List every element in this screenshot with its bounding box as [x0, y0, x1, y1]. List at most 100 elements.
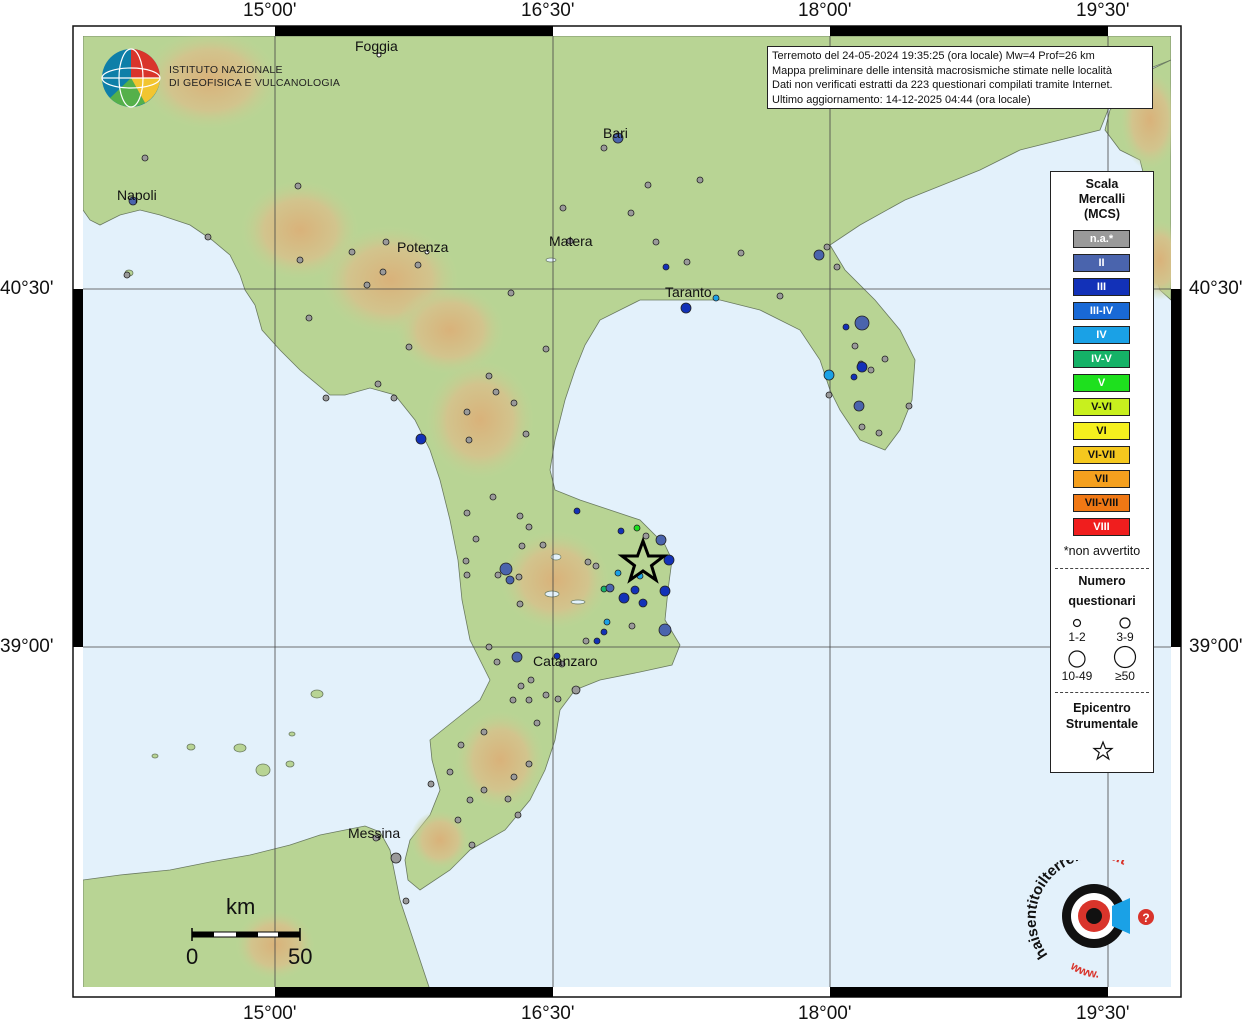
intensity-point: [485, 372, 493, 380]
lat-label-right-2: 39°00': [1189, 636, 1243, 657]
intensity-point: [554, 695, 562, 703]
intensity-point: [516, 512, 524, 520]
intensity-point: [542, 345, 550, 353]
intensity-point: [605, 583, 615, 593]
legend-epi-title2: Strumentale: [1065, 717, 1139, 731]
intensity-point: [463, 408, 471, 416]
intensity-point: [522, 430, 530, 438]
intensity-point: [518, 542, 526, 550]
intensity-point: [446, 768, 454, 776]
intensity-point: [867, 366, 875, 374]
intensity-point: [509, 696, 517, 704]
lat-label-right-1: 40°30': [1189, 278, 1243, 299]
legend-size-2: 3-9: [1116, 630, 1134, 644]
intensity-point: [472, 535, 480, 543]
legend-class-vii: VII: [1073, 470, 1130, 488]
intensity-point: [642, 532, 650, 540]
place-foggia: Foggia: [355, 38, 398, 54]
intensity-point: [504, 795, 512, 803]
intensity-point: [510, 773, 518, 781]
intensity-point: [655, 534, 667, 546]
intensity-point: [559, 204, 567, 212]
lon-label-top-3: 18°00': [798, 0, 852, 21]
intensity-point: [374, 380, 382, 388]
legend-star-icon: [1092, 740, 1114, 761]
legend-count-title2: questionari: [1068, 594, 1136, 608]
legend-class-vii-viii: VII-VIII: [1073, 494, 1130, 512]
intensity-point: [510, 399, 518, 407]
intensity-point: [514, 811, 522, 819]
legend-separator-1: [1055, 568, 1149, 569]
intensity-point: [507, 289, 515, 297]
scale-unit: km: [226, 894, 256, 919]
intensity-point: [658, 623, 672, 637]
intensity-point: [511, 651, 523, 663]
intensity-point: [485, 643, 493, 651]
intensity-point: [881, 355, 889, 363]
intensity-point: [525, 523, 533, 531]
intensity-point: [533, 719, 541, 727]
lon-label-top-4: 19°30': [1076, 0, 1130, 21]
intensity-point: [652, 238, 660, 246]
intensity-point: [627, 209, 635, 217]
ingv-name-line2: DI GEOFISICA E VULCANOLOGIA: [169, 77, 341, 89]
intensity-point: [305, 314, 313, 322]
legend-title: Scala Mercalli (MCS): [1051, 177, 1153, 222]
intensity-point: [737, 249, 745, 257]
legend-class-iii-iv: III-IV: [1073, 302, 1130, 320]
intensity-point: [492, 388, 500, 396]
intensity-point: [489, 493, 497, 501]
intensity-point: [905, 402, 913, 410]
legend-class-v: V: [1073, 374, 1130, 392]
intensity-point: [856, 361, 868, 373]
intensity-point: [348, 248, 356, 256]
legend-class-iii: III: [1073, 278, 1130, 296]
place-bari: Bari: [603, 125, 628, 141]
intensity-point: [618, 592, 630, 604]
intensity-point: [858, 423, 866, 431]
legend-note: *non avvertito: [1063, 544, 1141, 558]
intensity-point: [390, 852, 402, 864]
legend-count-title1: Numero: [1078, 574, 1126, 588]
intensity-point: [296, 256, 304, 264]
legend-separator-2: [1055, 692, 1149, 693]
lon-label-top-2: 16°30': [521, 0, 575, 21]
intensity-point: [712, 294, 720, 302]
intensity-point: [499, 562, 513, 576]
intensity-point: [600, 628, 608, 636]
intensity-point: [776, 292, 784, 300]
intensity-point: [463, 509, 471, 517]
legend-class-viii: VIII: [1073, 518, 1130, 536]
intensity-point: [517, 682, 525, 690]
legend-title-line1: Scala: [1085, 177, 1119, 191]
legend-title-line2: Mercalli: [1078, 192, 1126, 206]
intensity-point: [405, 343, 413, 351]
intensity-point: [614, 569, 622, 577]
ingv-logo: [101, 48, 161, 108]
hst-logo-text-www: www.: [1067, 958, 1099, 980]
intensity-point: [480, 728, 488, 736]
intensity-point: [573, 507, 581, 515]
intensity-point: [603, 618, 611, 626]
place-potenza: Potenza: [397, 239, 449, 255]
intensity-point: [527, 676, 535, 684]
intensity-point: [851, 342, 859, 350]
intensity-point: [468, 841, 476, 849]
intensity-point: [659, 585, 671, 597]
event-info-line2: Mappa preliminare delle intensità macros…: [772, 64, 1112, 77]
intensity-point: [853, 400, 865, 412]
intensity-point: [823, 369, 835, 381]
event-info-line3: Dati non verificati estratti da 223 ques…: [772, 79, 1113, 91]
intensity-point: [813, 249, 825, 261]
legend: Scala Mercalli (MCS) n.a.* II III III-IV IV I…: [1050, 171, 1154, 773]
legend-class-n-a: n.a.*: [1073, 230, 1130, 248]
intensity-point: [593, 637, 601, 645]
intensity-point: [322, 394, 330, 402]
intensity-point: [462, 557, 470, 565]
intensity-point: [825, 391, 833, 399]
intensity-point: [427, 780, 435, 788]
intensity-point: [402, 897, 410, 905]
place-matera: Matera: [549, 233, 593, 249]
intensity-point: [592, 562, 600, 570]
intensity-point: [415, 433, 427, 445]
